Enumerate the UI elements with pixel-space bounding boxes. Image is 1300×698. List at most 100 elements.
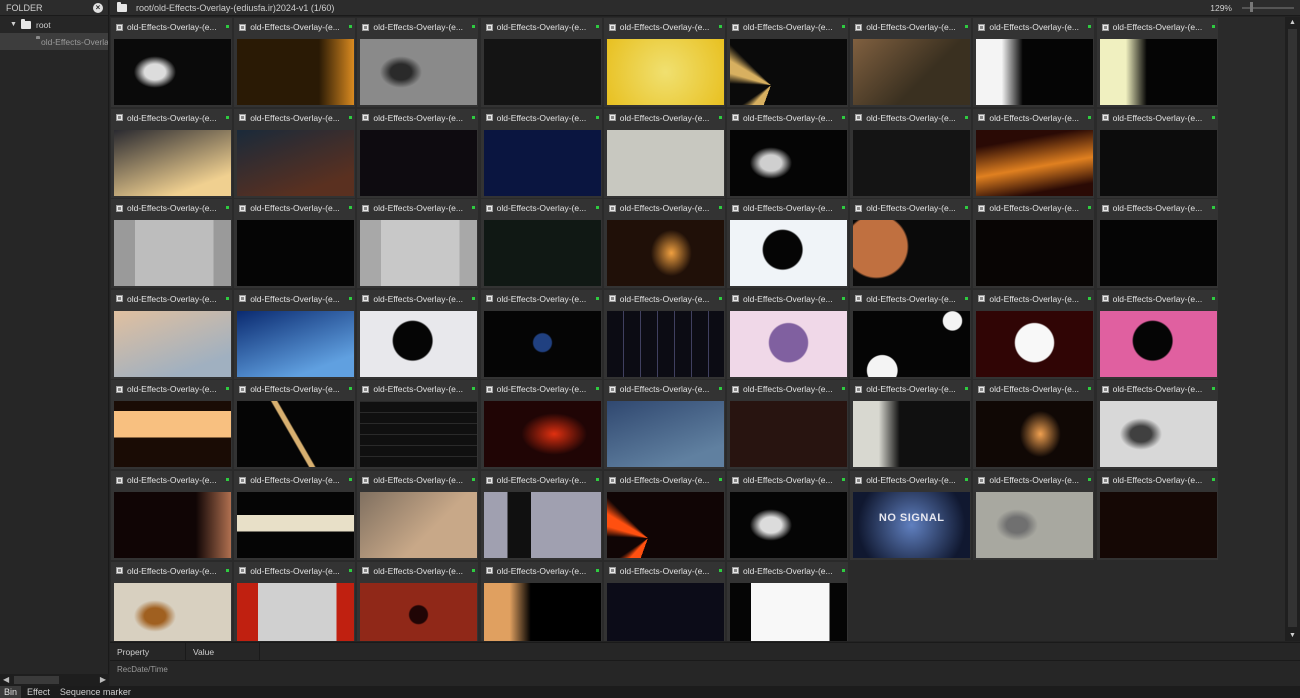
clip-thumbnail[interactable] <box>360 401 478 468</box>
clip-item[interactable]: old-Effects-Overlay-(e... <box>850 289 972 379</box>
scrollbar-thumb[interactable] <box>14 676 59 684</box>
clip-thumbnail[interactable] <box>360 129 478 196</box>
clip-thumbnail[interactable] <box>237 582 355 641</box>
clip-item[interactable]: old-Effects-Overlay-(e... <box>234 108 356 198</box>
clip-thumbnail[interactable] <box>730 129 847 196</box>
zoom-slider-handle[interactable] <box>1250 2 1253 12</box>
clip-item[interactable]: old-Effects-Overlay-(e... <box>1096 380 1218 470</box>
clip-item[interactable]: old-Effects-Overlay-(e... <box>727 289 848 379</box>
scrollbar-thumb[interactable] <box>1288 29 1297 627</box>
clip-item[interactable]: old-Effects-Overlay-(e... <box>111 18 232 107</box>
clip-item[interactable]: old-Effects-Overlay-(e... <box>850 18 972 107</box>
clip-item[interactable]: old-Effects-Overlay-(e... <box>850 380 972 470</box>
clip-item[interactable]: old-Effects-Overlay-(e... <box>480 199 602 289</box>
clip-thumbnail[interactable] <box>114 582 231 641</box>
clip-item[interactable]: old-Effects-Overlay-(e... <box>234 380 356 470</box>
clip-item[interactable]: old-Effects-Overlay-(e... <box>234 471 356 560</box>
clip-thumbnail[interactable] <box>114 39 231 105</box>
clip-item[interactable]: old-Effects-Overlay-(e... NO SIGNAL <box>850 471 972 560</box>
clip-item[interactable]: old-Effects-Overlay-(e... <box>480 18 602 107</box>
clip-item[interactable]: old-Effects-Overlay-(e... <box>1096 289 1218 379</box>
clip-thumbnail[interactable] <box>1099 492 1217 558</box>
clip-item[interactable]: old-Effects-Overlay-(e... <box>1096 471 1218 560</box>
clip-thumbnail[interactable] <box>976 39 1094 105</box>
clip-thumbnail[interactable] <box>237 310 355 377</box>
clip-item[interactable]: old-Effects-Overlay-(e... <box>727 561 848 641</box>
clip-item[interactable]: old-Effects-Overlay-(e... <box>357 289 479 379</box>
clip-item[interactable]: old-Effects-Overlay-(e... <box>603 18 725 107</box>
clip-item[interactable]: old-Effects-Overlay-(e... <box>603 199 725 289</box>
clip-thumbnail[interactable] <box>976 401 1094 468</box>
clip-item[interactable]: old-Effects-Overlay-(e... <box>111 380 232 470</box>
clip-item[interactable]: old-Effects-Overlay-(e... <box>480 380 602 470</box>
clip-thumbnail[interactable] <box>1099 39 1217 105</box>
clip-item[interactable]: old-Effects-Overlay-(e... <box>357 380 479 470</box>
clip-thumbnail[interactable] <box>730 39 847 105</box>
column-header-property[interactable]: Property <box>110 642 186 661</box>
clip-item[interactable]: old-Effects-Overlay-(e... <box>234 199 356 289</box>
clip-item[interactable]: old-Effects-Overlay-(e... <box>850 108 972 198</box>
clip-thumbnail[interactable] <box>360 582 478 641</box>
clip-thumbnail[interactable] <box>606 220 724 287</box>
clip-item[interactable]: old-Effects-Overlay-(e... <box>111 561 232 641</box>
clip-thumbnail[interactable] <box>853 401 971 468</box>
clip-item[interactable]: old-Effects-Overlay-(e... <box>234 561 356 641</box>
clip-item[interactable]: old-Effects-Overlay-(e... <box>973 18 1095 107</box>
scroll-left-icon[interactable]: ◀ <box>3 675 9 684</box>
clip-thumbnail[interactable] <box>114 401 231 468</box>
clip-grid-scrollbar[interactable]: ▲ ▼ <box>1285 17 1300 641</box>
clip-item[interactable]: old-Effects-Overlay-(e... <box>603 471 725 560</box>
clip-item[interactable]: old-Effects-Overlay-(e... <box>727 471 848 560</box>
clip-thumbnail[interactable] <box>1099 401 1217 468</box>
clip-item[interactable]: old-Effects-Overlay-(e... <box>727 199 848 289</box>
tab-bin[interactable]: Bin <box>0 686 22 698</box>
clip-thumbnail[interactable] <box>853 39 971 105</box>
clip-thumbnail[interactable] <box>483 492 601 558</box>
clip-thumbnail[interactable] <box>1099 310 1217 377</box>
tab-effect[interactable]: Effect <box>23 686 54 698</box>
clip-thumbnail[interactable] <box>730 220 847 287</box>
clip-thumbnail[interactable] <box>730 582 847 641</box>
clip-thumbnail[interactable] <box>360 310 478 377</box>
clip-thumbnail[interactable] <box>730 492 847 558</box>
clip-item[interactable]: old-Effects-Overlay-(e... <box>357 199 479 289</box>
folder-horizontal-scrollbar[interactable]: ◀ ▶ <box>0 674 109 686</box>
clip-item[interactable]: old-Effects-Overlay-(e... <box>1096 18 1218 107</box>
clip-item[interactable]: old-Effects-Overlay-(e... <box>357 471 479 560</box>
tree-item-root[interactable]: ▼ root <box>0 16 108 33</box>
clip-item[interactable]: old-Effects-Overlay-(e... <box>973 199 1095 289</box>
clip-thumbnail[interactable] <box>360 492 478 558</box>
clip-item[interactable]: old-Effects-Overlay-(e... <box>480 471 602 560</box>
clip-thumbnail[interactable] <box>114 492 231 558</box>
clip-thumbnail[interactable] <box>976 310 1094 377</box>
clip-thumbnail[interactable] <box>360 39 478 105</box>
clip-item[interactable]: old-Effects-Overlay-(e... <box>234 289 356 379</box>
clip-item[interactable]: old-Effects-Overlay-(e... <box>357 108 479 198</box>
clip-thumbnail[interactable] <box>1099 220 1217 287</box>
clip-item[interactable]: old-Effects-Overlay-(e... <box>973 289 1095 379</box>
clip-thumbnail[interactable] <box>237 220 355 287</box>
clip-thumbnail[interactable] <box>853 129 971 196</box>
clip-thumbnail[interactable] <box>730 310 847 377</box>
clip-thumbnail[interactable] <box>360 220 478 287</box>
clip-thumbnail[interactable] <box>483 39 601 105</box>
scroll-right-icon[interactable]: ▶ <box>100 675 106 684</box>
clip-thumbnail[interactable] <box>237 39 355 105</box>
clip-item[interactable]: old-Effects-Overlay-(e... <box>850 199 972 289</box>
scroll-down-icon[interactable]: ▼ <box>1289 632 1296 639</box>
clip-item[interactable]: old-Effects-Overlay-(e... <box>111 289 232 379</box>
clip-thumbnail[interactable] <box>853 220 971 287</box>
clip-item[interactable]: old-Effects-Overlay-(e... <box>357 561 479 641</box>
clip-thumbnail[interactable] <box>114 310 231 377</box>
clip-item[interactable]: old-Effects-Overlay-(e... <box>357 18 479 107</box>
clip-item[interactable]: old-Effects-Overlay-(e... <box>603 380 725 470</box>
clip-item[interactable]: old-Effects-Overlay-(e... <box>111 471 232 560</box>
clip-item[interactable]: old-Effects-Overlay-(e... <box>111 108 232 198</box>
clip-thumbnail[interactable] <box>853 310 971 377</box>
tab-sequence-marker[interactable]: Sequence marker <box>56 686 135 698</box>
clip-thumbnail[interactable] <box>606 129 724 196</box>
clip-thumbnail[interactable] <box>976 129 1094 196</box>
clip-item[interactable]: old-Effects-Overlay-(e... <box>480 289 602 379</box>
clip-item[interactable]: old-Effects-Overlay-(e... <box>973 471 1095 560</box>
scroll-up-icon[interactable]: ▲ <box>1289 19 1296 26</box>
